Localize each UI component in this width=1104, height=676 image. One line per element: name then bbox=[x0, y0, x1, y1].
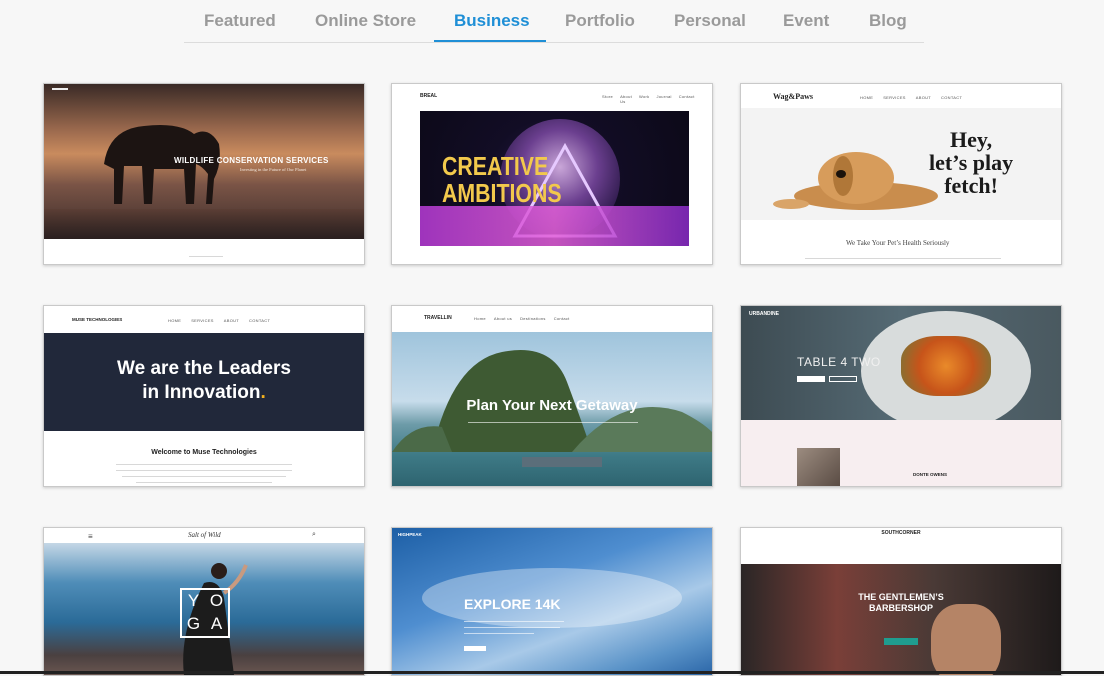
urbandine-about: DONTE OWENS bbox=[741, 420, 1061, 486]
travellin-headline: Plan Your Next Getaway bbox=[466, 397, 638, 414]
breal-nav: Store About Us Work Journal Contact bbox=[602, 94, 695, 104]
muse-headline: We are the Leaders in Innovation. bbox=[117, 358, 291, 403]
wagpaws-hero: Hey, let’s play fetch! bbox=[741, 108, 1061, 220]
highpeak-logo: HIGHPEAK bbox=[398, 532, 422, 537]
wagpaws-headline: Hey, let’s play fetch! bbox=[929, 127, 1014, 198]
tab-blog[interactable]: Blog bbox=[869, 11, 907, 31]
wagpaws-tagline: We Take Your Pet’s Health Seriously bbox=[846, 239, 950, 247]
travellin-nav: Home About us Destinations Contact bbox=[474, 316, 570, 321]
yoga-wordmark: YOGA bbox=[180, 588, 230, 638]
travellin-logo: TRAVELLIN bbox=[424, 315, 452, 321]
template-card-urbandine[interactable]: URBANDINE TABLE 4 TWO DONTE OWENS bbox=[740, 305, 1062, 487]
muse-nav: HOME SERVICES ABOUT CONTACT bbox=[168, 318, 271, 323]
sunset-hero-image: WILDLIFE CONSERVATION SERVICES Investing… bbox=[44, 84, 364, 239]
southcorner-hero-image: THE GENTLEMEN’S BARBERSHOP bbox=[741, 564, 1061, 675]
breal-hero-image: CREATIVE AMBITIONS bbox=[420, 111, 689, 246]
tab-online-store[interactable]: Online Store bbox=[315, 11, 416, 31]
southcorner-headline: THE GENTLEMEN’S BARBERSHOP bbox=[858, 592, 944, 613]
search-icon: ⌕ bbox=[312, 531, 316, 538]
yoga-logo: Salt of Wild bbox=[188, 531, 221, 539]
breal-headline: CREATIVE AMBITIONS bbox=[442, 151, 562, 208]
template-card-wildlife[interactable]: WILDLIFE CONSERVATION SERVICES Investing… bbox=[43, 83, 365, 265]
tab-personal[interactable]: Personal bbox=[674, 11, 746, 31]
template-card-wagpaws[interactable]: Wag&Paws HOME SERVICES ABOUT CONTACT Hey, l… bbox=[740, 83, 1062, 265]
breal-logo: BREAL bbox=[420, 93, 438, 99]
template-card-breal[interactable]: BREAL Store About Us Work Journal Contact CR… bbox=[391, 83, 713, 265]
active-tab-indicator bbox=[434, 40, 546, 42]
urbandine-headline: TABLE 4 TWO bbox=[797, 355, 881, 369]
muse-welcome: Welcome to Muse Technologies bbox=[151, 449, 257, 456]
travellin-hero-image: Plan Your Next Getaway bbox=[392, 332, 712, 486]
urbandine-logo: URBANDINE bbox=[749, 311, 779, 317]
urbandine-hero-image: URBANDINE TABLE 4 TWO bbox=[741, 306, 1061, 420]
template-card-highpeak[interactable]: HIGHPEAK EXPLORE 14K bbox=[391, 527, 713, 676]
wagpaws-logo: Wag&Paws bbox=[773, 92, 813, 101]
wildlife-logo bbox=[52, 88, 68, 90]
wagpaws-nav: HOME SERVICES ABOUT CONTACT bbox=[860, 95, 963, 100]
tab-portfolio[interactable]: Portfolio bbox=[565, 11, 635, 31]
tab-event[interactable]: Event bbox=[783, 11, 829, 31]
muse-hero: We are the Leaders in Innovation. bbox=[44, 333, 364, 431]
muse-logo: MUSE TECHNOLOGIES bbox=[72, 317, 123, 322]
puppy-image bbox=[773, 152, 938, 210]
template-card-muse[interactable]: MUSE TECHNOLOGIES HOME SERVICES ABOUT CONTA… bbox=[43, 305, 365, 487]
highpeak-headline: EXPLORE 14K bbox=[464, 596, 561, 612]
tab-featured[interactable]: Featured bbox=[204, 11, 276, 31]
southcorner-logo: SOUTHCORNER bbox=[881, 530, 921, 536]
wildlife-title: WILDLIFE CONSERVATION SERVICES bbox=[174, 156, 329, 165]
highpeak-hero-image: HIGHPEAK EXPLORE 14K bbox=[392, 528, 712, 675]
yoga-hero-image: YOGA bbox=[44, 543, 364, 675]
tab-business[interactable]: Business bbox=[454, 11, 530, 31]
template-card-yoga[interactable]: ≡ Salt of Wild ⌕ YOGA bbox=[43, 527, 365, 676]
wildlife-subtitle: Investing in the Future of Our Planet bbox=[240, 167, 307, 172]
template-category-tabs: Featured Online Store Business Portfolio… bbox=[184, 0, 924, 43]
template-card-southcorner[interactable]: SOUTHCORNER THE GENTLEMEN’S BARBERSHOP bbox=[740, 527, 1062, 676]
urbandine-chef: DONTE OWENS bbox=[913, 472, 948, 477]
template-card-travellin[interactable]: TRAVELLIN Home About us Destinations Contac… bbox=[391, 305, 713, 487]
hamburger-icon: ≡ bbox=[88, 532, 93, 541]
